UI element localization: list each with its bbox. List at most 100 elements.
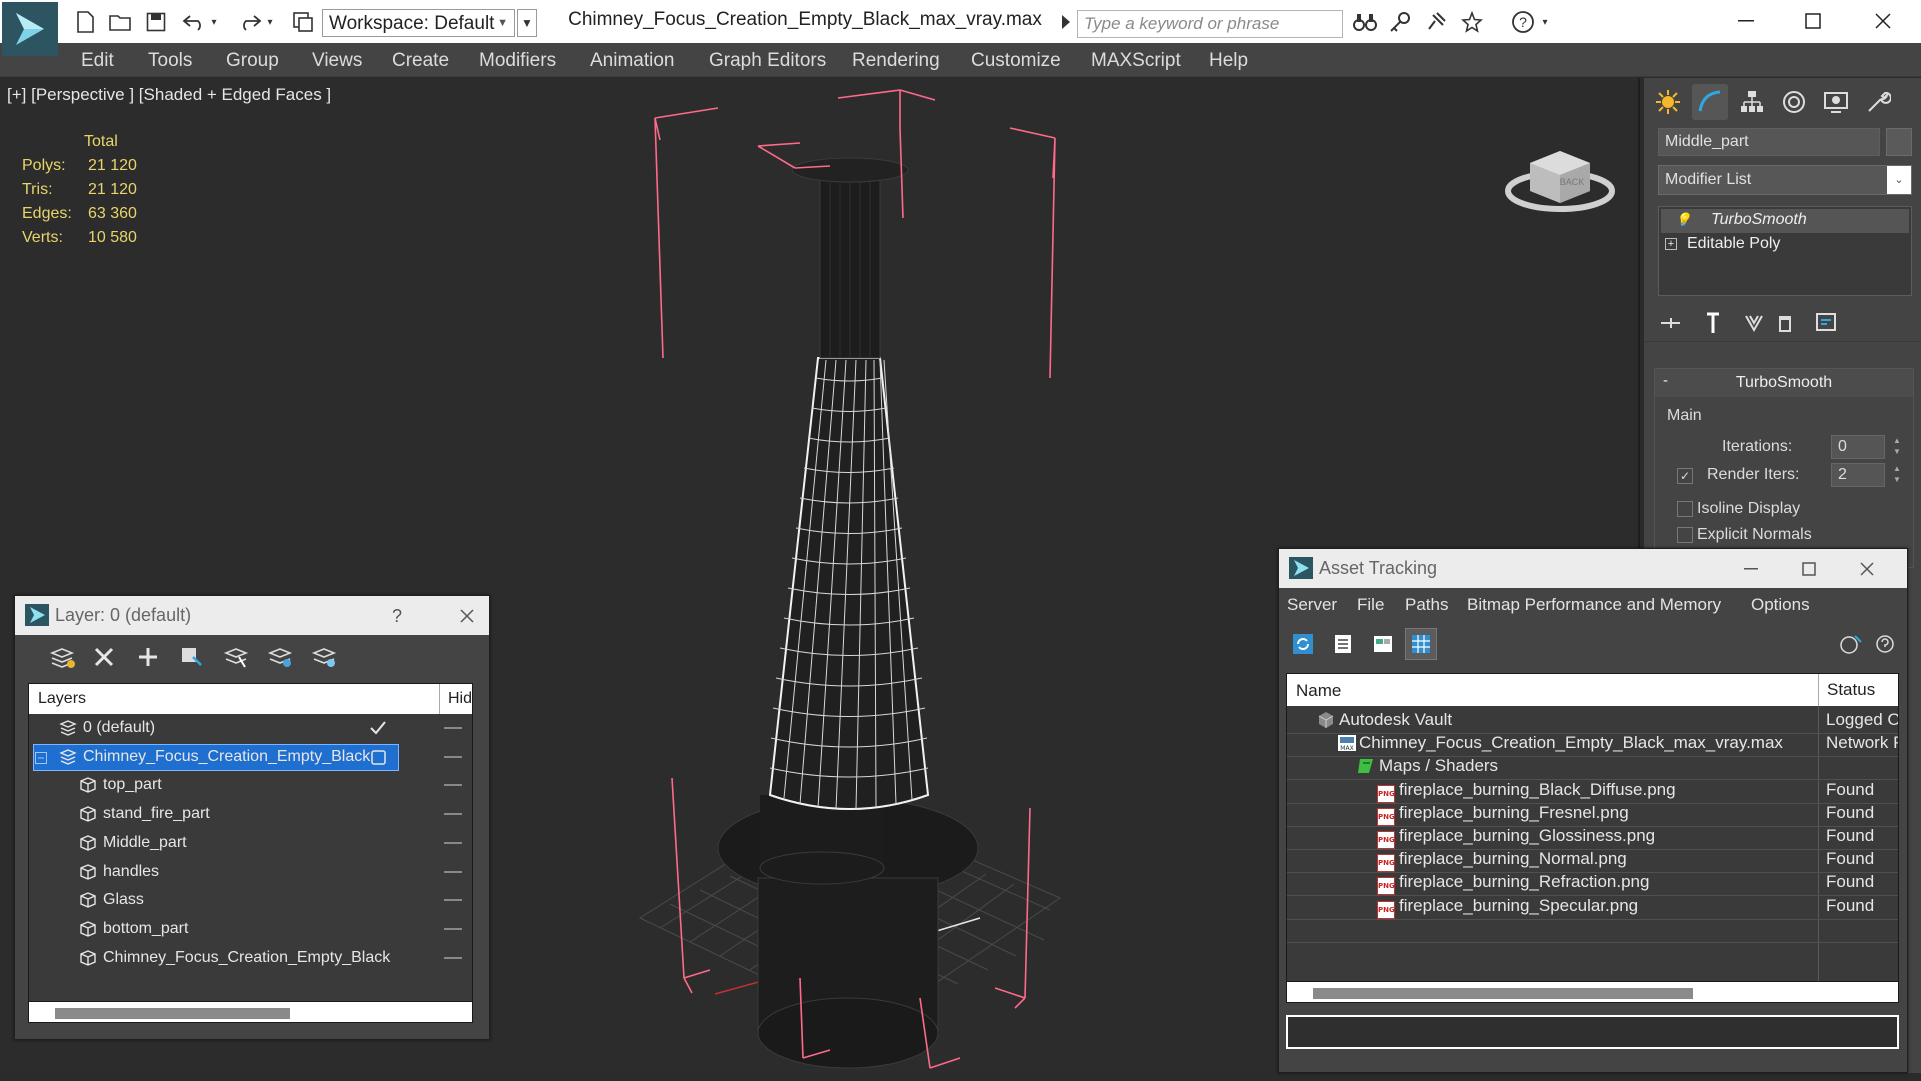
asset-minimize-button[interactable] [1729,552,1773,586]
scrollbar-thumb[interactable] [55,1008,290,1019]
isoline-display-checkbox[interactable] [1677,501,1693,517]
asset-menu-server[interactable]: Server [1287,595,1337,615]
favorites-star-icon[interactable] [1459,10,1485,34]
motion-tab-icon[interactable] [1776,84,1812,120]
asset-menu-options[interactable]: Options [1751,595,1810,615]
display-tab-monitor-icon[interactable] [1818,84,1854,120]
menu-customize[interactable]: Customize [971,50,1061,72]
hide-toggle[interactable] [444,813,462,816]
layer-help-button[interactable]: ? [375,599,419,633]
set-active-layer-box-icon[interactable] [371,749,389,768]
iterations-spinner[interactable]: ▲ ▼ [1891,435,1903,459]
help-icon[interactable]: ? [1510,10,1536,34]
menu-modifiers[interactable]: Modifiers [479,50,556,72]
layer-row[interactable]: stand_fire_part [29,800,472,828]
hide-toggle[interactable] [444,755,462,758]
menu-edit[interactable]: Edit [81,50,114,72]
layer-window-titlebar[interactable]: Layer: 0 (default) ? [15,596,489,635]
layer-row[interactable]: handles [29,858,472,886]
layer-row[interactable]: Glass [29,886,472,914]
search-input[interactable] [1077,10,1343,38]
save-icon[interactable] [143,10,169,34]
layer-hierarchy-icon[interactable] [307,642,341,672]
scrollbar-thumb[interactable] [1313,988,1693,999]
redo-history-chevron-icon[interactable]: ▾ [263,10,277,34]
viewcube[interactable]: BACK [1500,123,1620,223]
hide-toggle[interactable] [444,727,462,729]
bulb-icon[interactable]: 💡 [1675,212,1691,228]
hierarchy-tab-icon[interactable] [1734,84,1770,120]
refresh-icon[interactable] [1287,628,1319,660]
hide-toggle[interactable] [444,927,462,930]
workspace-selector[interactable]: Workspace: Default ▼ [322,9,515,37]
configure-sets-icon[interactable] [1812,308,1842,338]
project-folder-icon[interactable] [290,10,316,34]
hide-toggle[interactable] [444,899,462,902]
utilities-tab-wrench-icon[interactable] [1860,84,1896,120]
delete-layer-icon[interactable] [87,642,121,672]
menu-create[interactable]: Create [392,50,449,72]
add-selection-to-layer-icon[interactable] [175,642,209,672]
asset-menu-bitmap-performance[interactable]: Bitmap Performance and Memory [1467,595,1721,615]
minimize-button[interactable] [1716,4,1776,38]
layers-stack-icon[interactable] [45,642,79,672]
layer-horizontal-scrollbar[interactable] [28,1001,473,1023]
communication-center-icon[interactable] [1423,10,1449,34]
new-file-icon[interactable] [72,10,98,34]
col-hide[interactable]: Hide [439,684,472,714]
key-icon[interactable] [1387,10,1413,34]
menu-help[interactable]: Help [1209,50,1248,72]
asset-path-field[interactable] [1286,1015,1899,1049]
layer-row[interactable]: Chimney_Focus_Creation_Empty_Black [29,944,472,972]
layer-row[interactable]: Middle_part [29,829,472,857]
layer-close-button[interactable] [445,599,489,633]
binoculars-icon[interactable] [1352,10,1378,34]
collapse-minus-icon[interactable]: - [1663,372,1668,389]
maximize-button[interactable] [1783,4,1843,38]
menu-tools[interactable]: Tools [148,50,192,72]
stack-item-turbosmooth[interactable]: 💡 TurboSmooth [1661,209,1909,233]
collapse-minus-icon[interactable] [35,751,47,764]
render-iters-checkbox[interactable]: ✓ [1677,468,1693,484]
select-layer-objects-icon[interactable] [219,642,253,672]
modifier-list-dropdown[interactable]: Modifier List ⌄ [1658,165,1912,195]
menu-maxscript[interactable]: MAXScript [1091,50,1181,72]
asset-menu-paths[interactable]: Paths [1405,595,1448,615]
table-view-icon[interactable] [1405,628,1437,660]
stack-item-editable-poly[interactable]: + Editable Poly [1661,233,1909,257]
layer-row[interactable]: bottom_part [29,915,472,943]
menu-graph-editors[interactable]: Graph Editors [709,50,826,72]
asset-help-icon[interactable] [1835,628,1867,660]
thumbnail-view-icon[interactable] [1367,628,1399,660]
iterations-field[interactable]: 0 [1831,435,1885,459]
asset-maximize-button[interactable] [1787,552,1831,586]
menu-group[interactable]: Group [226,50,279,72]
explicit-normals-checkbox[interactable] [1677,527,1693,543]
asset-settings-icon[interactable] [1869,628,1901,660]
layer-freeze-icon[interactable] [263,642,297,672]
hide-toggle[interactable] [444,841,462,844]
search-expand-icon[interactable] [1061,14,1071,30]
asset-window-titlebar[interactable]: Asset Tracking [1279,549,1907,588]
open-folder-icon[interactable] [108,10,134,34]
menu-rendering[interactable]: Rendering [852,50,940,72]
menu-animation[interactable]: Animation [590,50,675,72]
object-name-field[interactable] [1658,128,1880,156]
object-color-swatch[interactable] [1886,128,1912,156]
workspace-menu-button[interactable]: ▼ [517,9,537,37]
col-layers[interactable]: Layers [38,690,86,708]
undo-history-chevron-icon[interactable]: ▾ [207,10,221,34]
modify-tab-curve-icon[interactable] [1692,84,1728,120]
app-logo-icon[interactable] [2,2,58,56]
undo-icon[interactable] [181,10,207,34]
create-tab-sun-icon[interactable] [1650,84,1686,120]
hide-toggle[interactable] [444,784,462,787]
close-button[interactable] [1853,4,1913,38]
create-layer-plus-icon[interactable] [131,642,165,672]
render-iters-field[interactable]: 2 [1831,463,1885,487]
show-end-result-icon[interactable] [1698,308,1728,338]
expand-plus-icon[interactable]: + [1665,238,1677,250]
make-unique-icon[interactable] [1740,308,1770,338]
asset-menu-file[interactable]: File [1357,595,1384,615]
asset-close-button[interactable] [1845,552,1889,586]
